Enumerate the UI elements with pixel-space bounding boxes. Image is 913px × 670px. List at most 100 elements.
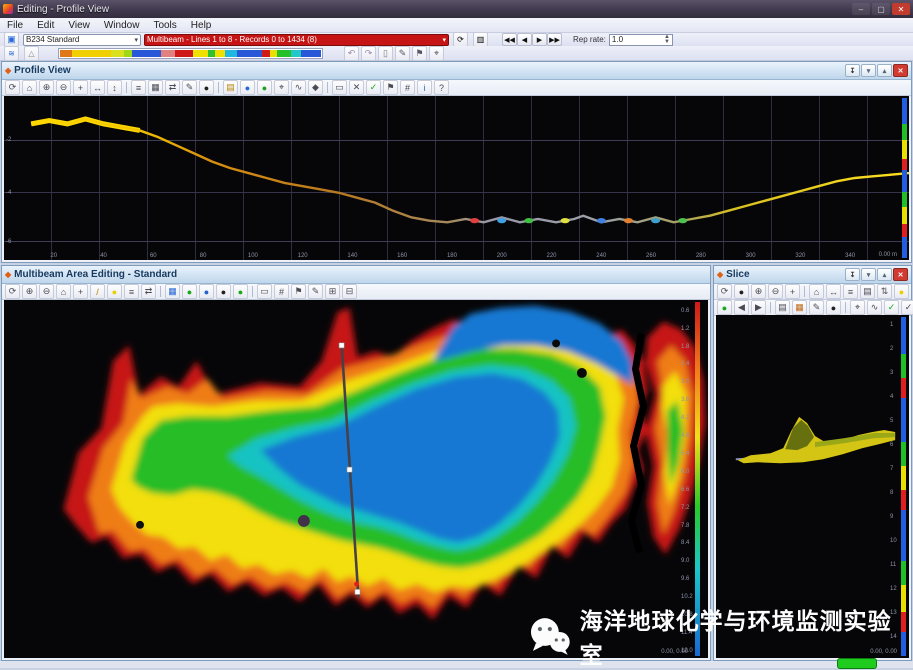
record-range-combo[interactable]: Multibeam - Lines 1 to 8 - Records 0 to … <box>144 34 449 46</box>
float-icon[interactable]: ▴ <box>877 268 892 281</box>
line-segment[interactable] <box>237 50 262 57</box>
pencil-icon[interactable]: ✎ <box>395 46 410 61</box>
select-icon[interactable]: ▭ <box>257 284 272 299</box>
shade-icon[interactable]: ▾ <box>861 268 876 281</box>
close-icon[interactable]: ✕ <box>893 64 908 77</box>
profile-chart[interactable]: -2-4-6 204060801001201401601802002202402… <box>4 96 909 260</box>
pencil-icon[interactable]: ✎ <box>182 80 197 95</box>
collapse-icon[interactable]: ⊟ <box>342 284 357 299</box>
zoom-extents-icon[interactable]: ⌂ <box>56 284 71 299</box>
target-icon[interactable]: ⌖ <box>850 300 865 315</box>
matrix-icon[interactable]: ▦ <box>165 284 180 299</box>
line-segment[interactable] <box>262 50 270 57</box>
spinner-arrows-icon[interactable]: ▲▼ <box>664 35 670 45</box>
palette-icon[interactable]: ▦ <box>792 300 807 315</box>
menu-item[interactable]: View <box>61 19 97 32</box>
refresh-icon[interactable]: ⟳ <box>5 284 20 299</box>
line-segment[interactable] <box>60 50 72 57</box>
marker-icon[interactable]: ◆ <box>308 80 323 95</box>
zoom-in-icon[interactable]: ⊕ <box>39 80 54 95</box>
rows-icon[interactable]: ≡ <box>131 80 146 95</box>
refresh-icon[interactable]: ⟳ <box>5 80 20 95</box>
pin-icon[interactable]: ↧ <box>845 64 860 77</box>
minimize-icon[interactable]: – <box>852 3 870 15</box>
menu-item[interactable]: Help <box>184 19 219 32</box>
line-segment[interactable] <box>161 50 174 57</box>
line-segment[interactable] <box>270 50 277 57</box>
target-icon[interactable]: ⌖ <box>429 46 444 61</box>
layers-icon[interactable]: ▤ <box>775 300 790 315</box>
first-record-button[interactable]: ◀◀ <box>502 33 517 46</box>
swap-icon[interactable]: ⇄ <box>141 284 156 299</box>
spline-icon[interactable]: ∿ <box>291 80 306 95</box>
prev-record-button[interactable]: ◀ <box>517 33 532 46</box>
fit-width-icon[interactable]: ↔ <box>90 80 105 95</box>
line-segment[interactable] <box>111 50 124 57</box>
sphere-green-icon[interactable]: ● <box>717 300 732 315</box>
refresh-icon[interactable]: ⟳ <box>717 284 732 299</box>
next-icon[interactable]: ▶ <box>751 300 766 315</box>
line-segment[interactable] <box>124 50 132 57</box>
grid-icon[interactable]: ▦ <box>148 80 163 95</box>
redo-icon[interactable]: ↷ <box>361 46 376 61</box>
menu-item[interactable]: Edit <box>30 19 61 32</box>
table-small-icon[interactable]: ▥ <box>473 32 488 47</box>
line-segment[interactable] <box>132 50 161 57</box>
draw-icon[interactable]: ✎ <box>809 300 824 315</box>
pan-icon[interactable]: + <box>785 284 800 299</box>
sphere-green2-icon[interactable]: ● <box>233 284 248 299</box>
undo-icon[interactable]: ↶ <box>344 46 359 61</box>
menu-item[interactable]: File <box>0 19 30 32</box>
swap-icon[interactable]: ⇄ <box>165 80 180 95</box>
line-segment[interactable] <box>301 50 321 57</box>
pin-icon[interactable]: ● <box>734 284 749 299</box>
zoom-in-icon[interactable]: ⊕ <box>751 284 766 299</box>
line-segment[interactable] <box>208 50 215 57</box>
ruler-icon[interactable]: # <box>400 80 415 95</box>
expand-icon[interactable]: ⊞ <box>325 284 340 299</box>
dot-dark-icon[interactable]: ● <box>826 300 841 315</box>
target-icon[interactable]: ⌖ <box>274 80 289 95</box>
check-icon[interactable]: ✓ <box>884 300 899 315</box>
prev-icon[interactable]: ◀ <box>734 300 749 315</box>
line-segment[interactable] <box>193 50 208 57</box>
maximize-icon[interactable]: ▢ <box>872 3 890 15</box>
spline-icon[interactable]: ∿ <box>867 300 882 315</box>
flag-icon[interactable]: ⚑ <box>412 46 427 61</box>
accept-icon[interactable]: ✓ <box>366 80 381 95</box>
info-icon[interactable]: i <box>417 80 432 95</box>
close-icon[interactable]: ✕ <box>892 3 910 15</box>
pan-icon[interactable]: + <box>73 284 88 299</box>
rows-icon[interactable]: ≡ <box>124 284 139 299</box>
line-segment[interactable] <box>277 50 290 57</box>
survey-line-color-bar[interactable] <box>58 48 323 59</box>
pan-icon[interactable]: + <box>73 80 88 95</box>
menu-item[interactable]: Window <box>97 19 147 32</box>
erase-icon[interactable]: ✕ <box>349 80 364 95</box>
sphere-green-icon[interactable]: ● <box>182 284 197 299</box>
replay-rate-input[interactable]: 1.0 ▲▼ <box>609 34 673 46</box>
sphere-blue-icon[interactable]: ● <box>199 284 214 299</box>
columns-icon[interactable]: ▤ <box>860 284 875 299</box>
next-record-button[interactable]: ▶ <box>532 33 547 46</box>
device-icon[interactable]: ▣ <box>4 32 19 47</box>
layers-icon[interactable]: ▤ <box>223 80 238 95</box>
zoom-in-icon[interactable]: ⊕ <box>22 284 37 299</box>
close-icon[interactable]: ✕ <box>893 268 908 281</box>
select-area-icon[interactable]: ▭ <box>332 80 347 95</box>
zoom-extents-icon[interactable]: ⌂ <box>22 80 37 95</box>
pin-icon[interactable]: ↧ <box>845 268 860 281</box>
point-yellow-icon[interactable]: ● <box>107 284 122 299</box>
menu-item[interactable]: Tools <box>146 19 183 32</box>
arrows-icon[interactable]: ↔ <box>826 284 841 299</box>
refresh-small-icon[interactable]: ⟳ <box>453 32 468 47</box>
point-yellow-icon[interactable]: ● <box>894 284 909 299</box>
help-icon[interactable]: ? <box>434 80 449 95</box>
measure-icon[interactable]: # <box>274 284 289 299</box>
zoom-out-icon[interactable]: ⊖ <box>39 284 54 299</box>
report-icon[interactable]: ▯ <box>378 46 393 61</box>
line-segment[interactable] <box>291 50 301 57</box>
profile-chart-area[interactable]: -2-4-6 204060801001201401601802002202402… <box>4 96 909 260</box>
zoom-out-icon[interactable]: ⊖ <box>56 80 71 95</box>
check2-icon[interactable]: ✓ <box>901 300 913 315</box>
